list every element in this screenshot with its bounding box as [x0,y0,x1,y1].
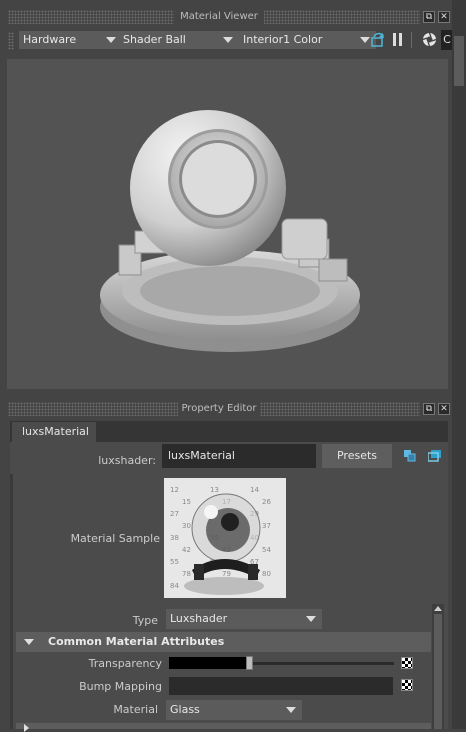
material-sample-swatch[interactable]: 1213141517262728293031373839404243545558… [164,478,286,598]
transparency-label: Transparency [88,657,162,670]
type-dropdown[interactable]: Luxshader [166,609,322,629]
aperture-icon[interactable] [422,32,437,47]
expand-triangle-icon [24,724,29,732]
material-label: Material [113,703,158,716]
bump-mapping-label: Bump Mapping [79,680,162,693]
viewer-toolbar: Hardware Shader Ball Interior1 Color C [8,28,453,54]
collapsed-section-header[interactable] [16,723,431,732]
material-preview-viewport[interactable] [7,59,448,389]
presets-button[interactable]: Presets [322,444,392,468]
toolbar-separator [411,32,412,48]
property-editor-scrollbar[interactable] [432,604,444,729]
material-sample-render: 1213141517262728293031373839404243545558… [164,478,286,598]
sample-number: 55 [170,558,179,566]
sample-number: 37 [262,522,271,530]
sample-number: 38 [170,534,179,542]
material-sample-label: Material Sample [70,532,160,545]
environment-dropdown-value: Interior1 Color [243,33,323,46]
scrollbar-thumb[interactable] [434,614,442,729]
chevron-down-icon [302,610,320,628]
material-viewer-panel: Material Viewer ⧉ ✕ Hardware Shader Ball… [0,0,453,392]
chevron-down-icon [282,701,300,719]
type-dropdown-value: Luxshader [170,612,228,625]
tab-luxsmaterial[interactable]: luxsMaterial [12,422,96,442]
toolbar-grip [8,32,14,50]
property-editor-panel: Property Editor ⧉ ✕ luxsMaterial luxshad… [0,394,452,732]
sample-number: 26 [262,498,271,506]
sample-number: 15 [182,498,191,506]
right-edge-scroll-strip[interactable] [452,0,466,729]
node-name-field[interactable]: luxsMaterial [162,444,316,468]
transparency-swatch[interactable] [169,657,246,669]
sample-number: 79 [222,570,231,578]
dock-float-icon[interactable]: ⧉ [423,403,435,415]
transparency-slider-track[interactable] [246,662,394,665]
sample-number: 27 [170,510,179,518]
close-icon[interactable]: ✕ [438,403,450,415]
renderer-dropdown[interactable]: Hardware [19,31,122,49]
shader-ball-preview [100,110,360,352]
bump-mapping-field[interactable] [169,677,393,695]
dock-float-icon[interactable]: ⧉ [423,11,435,23]
sample-number: 84 [170,582,179,590]
collapse-triangle-icon [24,639,34,645]
sample-number: 30 [182,522,191,530]
close-icon[interactable]: ✕ [438,11,450,23]
sample-number: 14 [250,486,259,494]
section-title: Common Material Attributes [48,635,225,648]
content-left-bar [10,474,13,729]
sample-number: 78 [182,570,191,578]
sample-number: 12 [170,486,179,494]
sample-number: 54 [262,546,271,554]
environment-dropdown[interactable]: Interior1 Color [239,31,376,49]
copy-tab-icon[interactable] [427,450,442,462]
renderer-dropdown-value: Hardware [23,33,77,46]
bump-mapping-map-button[interactable] [401,679,413,691]
scroll-up-arrow-icon[interactable] [434,606,442,611]
property-editor-title: Property Editor [178,401,260,417]
transparency-map-button[interactable] [401,657,413,669]
pause-icon[interactable] [392,33,404,47]
right-edge-handle[interactable] [454,36,464,86]
common-material-attributes-header[interactable]: Common Material Attributes [16,632,431,652]
type-label: Type [132,614,158,627]
shape-dropdown[interactable]: Shader Ball [119,31,239,49]
sample-number: 80 [262,570,271,578]
transparency-slider-handle[interactable] [246,656,253,670]
shape-dropdown-value: Shader Ball [123,33,186,46]
tab-label: luxsMaterial [22,425,89,438]
sample-number: 13 [210,486,219,494]
refresh-icon[interactable] [371,32,385,48]
chevron-down-icon [102,31,120,49]
sample-number: 42 [182,546,191,554]
show-input-output-icon[interactable] [404,450,416,462]
node-type-label: luxshader: [98,454,156,467]
material-viewer-title: Material Viewer [174,9,264,25]
material-dropdown[interactable]: Glass [166,700,302,720]
chevron-down-icon [219,31,237,49]
material-dropdown-value: Glass [170,703,200,716]
